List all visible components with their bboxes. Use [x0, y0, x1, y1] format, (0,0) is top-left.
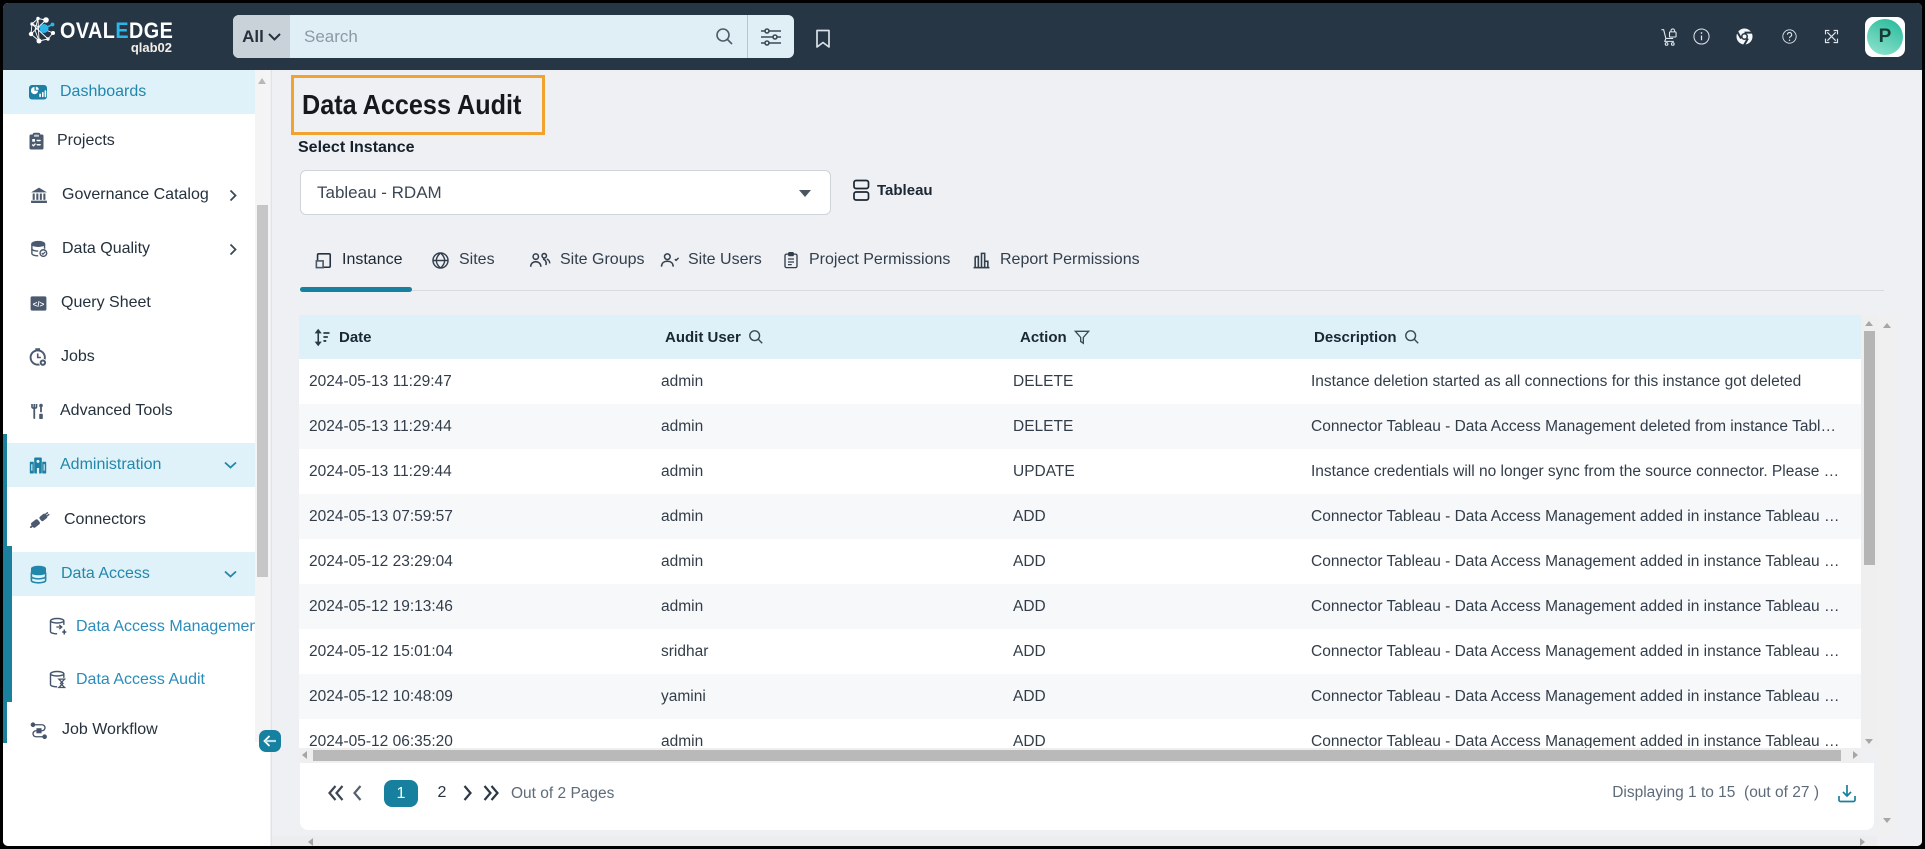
svg-text:</>: </> [33, 300, 45, 309]
